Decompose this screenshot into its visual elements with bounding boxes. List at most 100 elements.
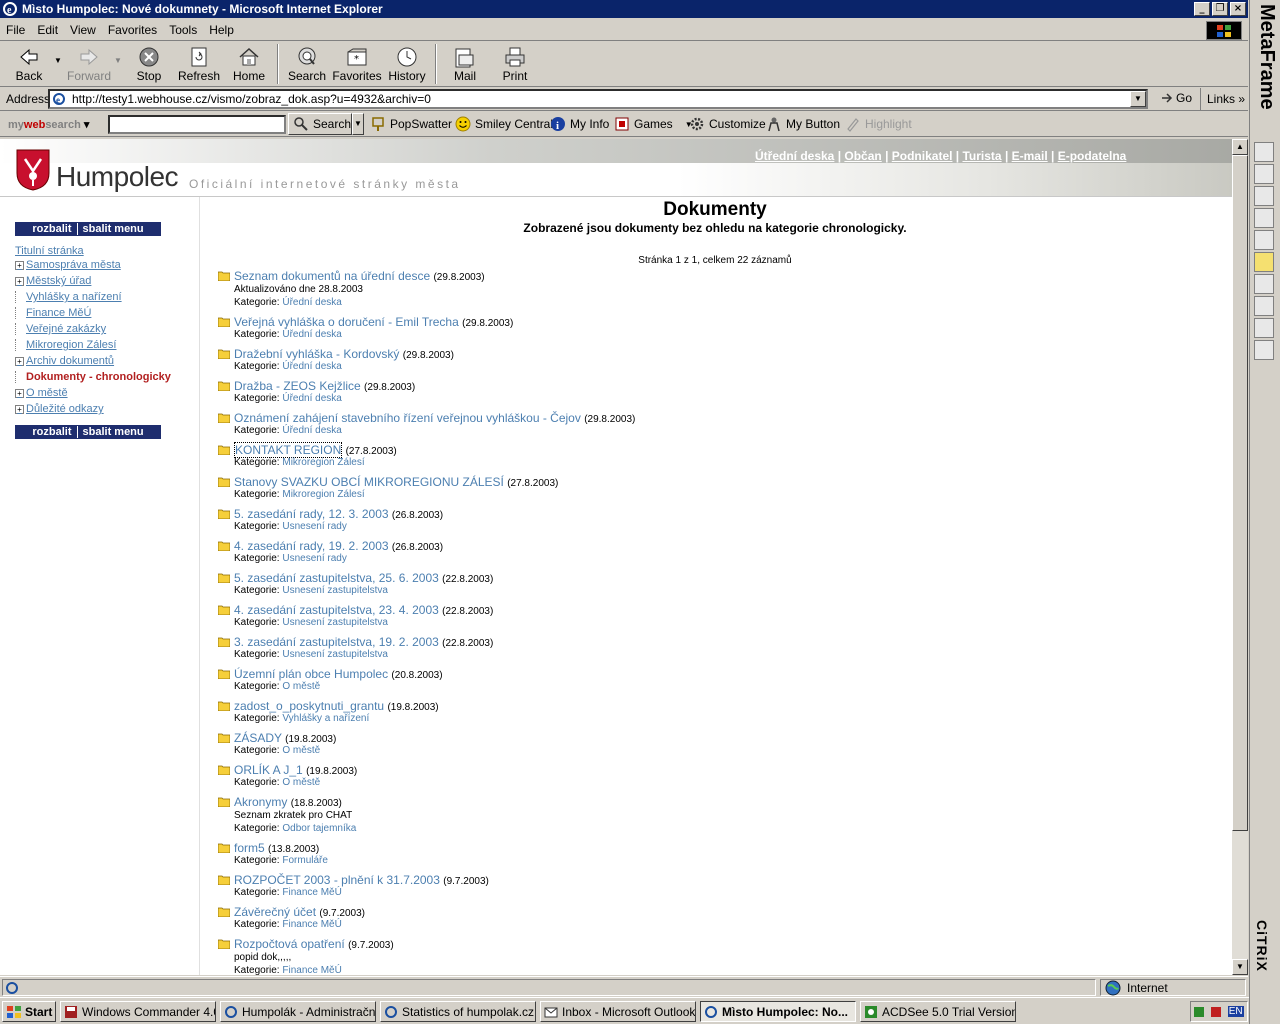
metaframe-tool-icon[interactable]: [1254, 230, 1274, 250]
document-link[interactable]: Seznam dokumentů na úřední desce: [234, 269, 430, 283]
tray-language[interactable]: EN: [1227, 1006, 1244, 1017]
minimize-button[interactable]: _: [1194, 2, 1210, 16]
highlight-button[interactable]: Highlight: [845, 116, 912, 132]
category-link[interactable]: Odbor tajemníka: [282, 823, 356, 834]
nav-item-samosprava[interactable]: + Samospráva města: [15, 259, 121, 271]
print-button[interactable]: Print: [490, 42, 540, 86]
metaframe-tool-icon[interactable]: [1254, 164, 1274, 184]
metaframe-tool-icon[interactable]: [1254, 274, 1274, 294]
customize-button[interactable]: Customize: [689, 116, 766, 132]
scroll-thumb[interactable]: [1232, 155, 1248, 831]
document-link[interactable]: KONTAKT REGION: [234, 442, 343, 458]
task-windows-commander[interactable]: Windows Commander 4.0 ...: [60, 1001, 216, 1022]
nav-email[interactable]: E-mail: [1012, 149, 1048, 163]
nav-item-vyhlasky[interactable]: Vyhlášky a nařízení: [15, 291, 122, 303]
category-link[interactable]: Úřední deska: [282, 425, 341, 436]
metaframe-tool-icon[interactable]: [1254, 208, 1274, 228]
category-link[interactable]: Úřední deska: [282, 361, 341, 372]
document-link[interactable]: form5: [234, 841, 265, 855]
nav-item-zakazky[interactable]: Veřejné zakázky: [15, 323, 106, 335]
nav-item-titulni[interactable]: Titulní stránka: [15, 245, 84, 257]
document-link[interactable]: Akronymy: [234, 795, 287, 809]
metaframe-tool-icon[interactable]: [1254, 340, 1274, 360]
favorites-button[interactable]: * Favorites: [332, 42, 382, 86]
metaframe-tool-icon[interactable]: [1254, 252, 1274, 272]
back-dropdown-icon[interactable]: ▼: [54, 56, 64, 65]
nav-podnikatel[interactable]: Podnikatel: [892, 149, 953, 163]
close-button[interactable]: ×: [1230, 2, 1246, 16]
menu-tools[interactable]: Tools: [163, 23, 203, 37]
start-button[interactable]: Start: [2, 1001, 56, 1022]
nav-uredni-deska[interactable]: Útřední deska: [755, 149, 834, 163]
metaframe-tool-icon[interactable]: [1254, 186, 1274, 206]
category-link[interactable]: Finance MěÚ: [282, 887, 341, 898]
scroll-down-icon[interactable]: ▼: [1232, 959, 1248, 975]
scroll-up-icon[interactable]: ▲: [1232, 139, 1248, 155]
nav-item-odkazy[interactable]: + Důležité odkazy: [15, 403, 104, 415]
nav-item-finance[interactable]: Finance MěÚ: [15, 307, 91, 319]
menu-file[interactable]: File: [0, 23, 31, 37]
toolbar-search-button[interactable]: Search: [288, 113, 352, 135]
category-link[interactable]: O městě: [282, 681, 320, 692]
home-button[interactable]: Home: [224, 42, 274, 86]
back-button[interactable]: Back: [4, 42, 54, 86]
collapse-menu-button[interactable]: sbalit menu: [83, 223, 144, 235]
stop-button[interactable]: Stop: [124, 42, 174, 86]
expand-plus-icon[interactable]: +: [15, 404, 24, 414]
category-link[interactable]: Mikroregion Zálesí: [282, 489, 364, 500]
document-link[interactable]: ZÁSADY: [234, 731, 282, 745]
nav-item-mikroregion[interactable]: Mikroregion Zálesí: [15, 339, 116, 351]
tray-app-icon[interactable]: [1211, 1006, 1222, 1017]
nav-item-mestsky-urad[interactable]: + Městský úřad: [15, 275, 91, 287]
nav-turista[interactable]: Turista: [962, 149, 1001, 163]
document-link[interactable]: Veřejná vyhláška o doručení - Emil Trech…: [234, 315, 459, 329]
category-link[interactable]: Úřední deska: [282, 297, 341, 308]
my-button[interactable]: My Button: [766, 116, 840, 132]
document-link[interactable]: Oznámení zahájení stavebního řízení veře…: [234, 411, 581, 425]
restore-button[interactable]: ❐: [1212, 2, 1228, 16]
category-link[interactable]: Usnesení zastupitelstva: [282, 585, 388, 596]
category-link[interactable]: Mikroregion Zálesí: [282, 457, 364, 468]
category-link[interactable]: Úřední deska: [282, 393, 341, 404]
links-button[interactable]: Links »: [1200, 88, 1245, 110]
category-link[interactable]: Formuláře: [282, 855, 328, 866]
nav-epodatelna[interactable]: E-podatelna: [1058, 149, 1127, 163]
vertical-scrollbar[interactable]: ▲ ▼: [1232, 139, 1248, 975]
mywebsearch-logo[interactable]: mywebsearch ▾: [8, 118, 89, 131]
category-link[interactable]: Finance MěÚ: [282, 965, 341, 975]
document-link[interactable]: Územní plán obce Humpolec: [234, 667, 388, 681]
my-info-button[interactable]: i My Info: [550, 116, 609, 132]
expand-plus-icon[interactable]: +: [15, 388, 24, 398]
toolbar-search-dropdown-icon[interactable]: ▼: [352, 113, 364, 135]
category-link[interactable]: Vyhlášky a nařízení: [282, 713, 369, 724]
document-link[interactable]: ORLÍK A J_1: [234, 763, 303, 777]
task-acdsee[interactable]: ACDSee 5.0 Trial Version ...: [860, 1001, 1016, 1022]
metaframe-tool-icon[interactable]: [1254, 142, 1274, 162]
expand-menu-button[interactable]: rozbalit: [32, 426, 71, 438]
forward-dropdown-icon[interactable]: ▼: [114, 56, 124, 65]
document-link[interactable]: Dražba - ZEOS Kejžlice: [234, 379, 361, 393]
expand-menu-button[interactable]: rozbalit: [32, 223, 71, 235]
document-link[interactable]: 5. zasedání rady, 12. 3. 2003: [234, 507, 389, 521]
menu-edit[interactable]: Edit: [31, 23, 64, 37]
games-button[interactable]: Games ▼: [614, 116, 693, 132]
expand-plus-icon[interactable]: +: [15, 260, 24, 270]
city-crest-logo[interactable]: [16, 149, 50, 191]
category-link[interactable]: Usnesení zastupitelstva: [282, 617, 388, 628]
task-humpolec-active[interactable]: Mìsto Humpolec: No...: [700, 1001, 856, 1022]
document-link[interactable]: 3. zasedání zastupitelstva, 19. 2. 2003: [234, 635, 439, 649]
nav-item-archiv[interactable]: + Archiv dokumentů: [15, 355, 114, 367]
address-dropdown-icon[interactable]: ▼: [1130, 91, 1146, 107]
metaframe-tool-icon[interactable]: [1254, 318, 1274, 338]
category-link[interactable]: Usnesení rady: [282, 521, 346, 532]
smiley-central-button[interactable]: Smiley Central: [455, 116, 553, 132]
document-link[interactable]: 4. zasedání rady, 19. 2. 2003: [234, 539, 389, 553]
document-link[interactable]: ROZPOČET 2003 - plnění k 31.7.2003: [234, 873, 440, 887]
task-humpolak-admin[interactable]: Humpolák - Administrační ...: [220, 1001, 376, 1022]
nav-obcan[interactable]: Občan: [844, 149, 881, 163]
nav-item-dokumenty-chronologicky[interactable]: Dokumenty - chronologicky: [15, 371, 171, 383]
menu-favorites[interactable]: Favorites: [102, 23, 163, 37]
site-brand[interactable]: Humpolec: [56, 161, 179, 193]
document-link[interactable]: zadost_o_poskytnuti_grantu: [234, 699, 384, 713]
toolbar-search-input[interactable]: [108, 115, 286, 134]
